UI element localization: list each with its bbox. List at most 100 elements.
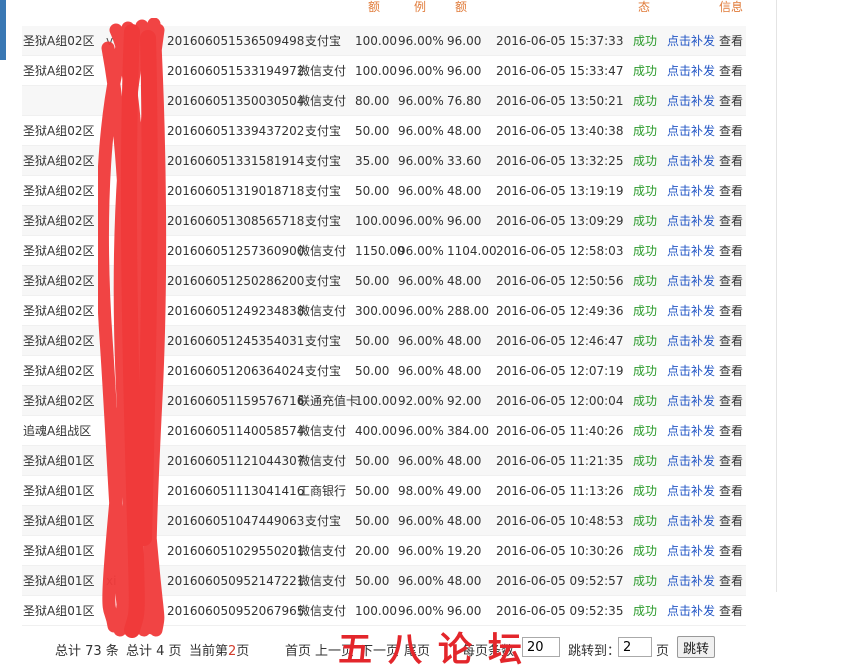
cell-payment-method: 联通充值卡: [298, 394, 359, 408]
resend-link[interactable]: 点击补发: [667, 274, 715, 288]
cell-order-number: 201606051140058574: [167, 424, 305, 438]
cell-area: 圣狱A组02区: [23, 184, 95, 198]
cell-real-amount: 48.00: [447, 574, 482, 588]
cell-area: 圣狱A组01区: [23, 544, 95, 558]
cell-rate: 96.00%: [398, 334, 444, 348]
cell-order-number: 201606051533194972: [167, 64, 305, 78]
view-link[interactable]: 查看: [719, 274, 743, 288]
resend-link[interactable]: 点击补发: [667, 424, 715, 438]
view-link[interactable]: 查看: [719, 514, 743, 528]
view-link[interactable]: 查看: [719, 574, 743, 588]
cell-rate: 96.00%: [398, 454, 444, 468]
cell-real-amount: 96.00: [447, 214, 482, 228]
cell-rate: 96.00%: [398, 604, 444, 618]
resend-link[interactable]: 点击补发: [667, 454, 715, 468]
cell-payment-method: 支付宝: [305, 334, 342, 348]
cell-state: 成功: [633, 244, 658, 258]
cell-area: 圣狱A组02区: [23, 394, 95, 408]
resend-link[interactable]: 点击补发: [667, 514, 715, 528]
resend-link[interactable]: 点击补发: [667, 34, 715, 48]
jump-page-input[interactable]: [618, 637, 652, 657]
resend-link[interactable]: 点击补发: [667, 214, 715, 228]
view-link[interactable]: 查看: [719, 34, 743, 48]
cell-state: 成功: [633, 424, 658, 438]
cell-payment-method: 微信支付: [298, 304, 347, 318]
cell-state: 成功: [633, 394, 658, 408]
cell-payment-method: 微信支付: [298, 604, 347, 618]
resend-link[interactable]: 点击补发: [667, 574, 715, 588]
view-link[interactable]: 查看: [719, 454, 743, 468]
cell-payment-method: 微信支付: [298, 94, 347, 108]
cell-rate: 96.00%: [398, 184, 444, 198]
cell-time: 2016-06-05 11:40:26: [496, 424, 624, 438]
view-link[interactable]: 查看: [719, 244, 743, 258]
cell-real-amount: 48.00: [447, 514, 482, 528]
cell-amount: 100.00: [355, 394, 397, 408]
view-link[interactable]: 查看: [719, 124, 743, 138]
view-link[interactable]: 查看: [719, 544, 743, 558]
cell-area: 圣狱A组02区: [23, 214, 95, 228]
cell-amount: 100.00: [355, 64, 397, 78]
view-link[interactable]: 查看: [719, 304, 743, 318]
cell-amount: 100.00: [355, 34, 397, 48]
total-records: 总计 73 条: [55, 644, 119, 659]
cell-real-amount: 48.00: [447, 184, 482, 198]
cell-state: 成功: [633, 604, 658, 618]
cell-payment-method: 工商银行: [298, 484, 347, 498]
view-link[interactable]: 查看: [719, 154, 743, 168]
cell-order-number: 201606051350030504: [167, 94, 305, 108]
jump-button[interactable]: 跳转: [677, 636, 715, 658]
first-page-link[interactable]: 首页: [285, 640, 311, 659]
cell-time: 2016-06-05 13:09:29: [496, 214, 624, 228]
cell-rate: 96.00%: [398, 424, 444, 438]
cell-time: 2016-06-05 15:37:33: [496, 34, 624, 48]
resend-link[interactable]: 点击补发: [667, 334, 715, 348]
cell-order-number: 201606051249234838: [167, 304, 305, 318]
cell-real-amount: 49.00: [447, 484, 482, 498]
resend-link[interactable]: 点击补发: [667, 544, 715, 558]
cell-time: 2016-06-05 10:30:26: [496, 544, 624, 558]
view-link[interactable]: 查看: [719, 604, 743, 618]
cell-area: 圣狱A组01区: [23, 574, 95, 588]
cell-time: 2016-06-05 13:50:21: [496, 94, 624, 108]
resend-link[interactable]: 点击补发: [667, 484, 715, 498]
resend-link[interactable]: 点击补发: [667, 604, 715, 618]
cell-amount: 50.00: [355, 514, 390, 528]
view-link[interactable]: 查看: [719, 424, 743, 438]
cell-order-number: 201606051308565718: [167, 214, 305, 228]
cell-payment-method: 微信支付: [298, 574, 347, 588]
cell-rate: 96.00%: [398, 214, 444, 228]
right-border-line: [776, 0, 777, 592]
cell-order-number: 201606051245354031: [167, 334, 305, 348]
cell-payment-method: 支付宝: [305, 124, 342, 138]
header-real-amount: 额: [455, 0, 468, 14]
cell-amount: 300.00: [355, 304, 397, 318]
resend-link[interactable]: 点击补发: [667, 64, 715, 78]
view-link[interactable]: 查看: [719, 334, 743, 348]
cell-area: 圣狱A组01区: [23, 454, 95, 468]
view-link[interactable]: 查看: [719, 394, 743, 408]
cell-real-amount: 48.00: [447, 124, 482, 138]
cell-time: 2016-06-05 11:13:26: [496, 484, 624, 498]
view-link[interactable]: 查看: [719, 214, 743, 228]
resend-link[interactable]: 点击补发: [667, 244, 715, 258]
cell-area: 追魂A组战区: [23, 424, 92, 438]
view-link[interactable]: 查看: [719, 184, 743, 198]
view-link[interactable]: 查看: [719, 94, 743, 108]
resend-link[interactable]: 点击补发: [667, 124, 715, 138]
cell-state: 成功: [633, 124, 658, 138]
cell-time: 2016-06-05 13:32:25: [496, 154, 624, 168]
resend-link[interactable]: 点击补发: [667, 394, 715, 408]
resend-link[interactable]: 点击补发: [667, 364, 715, 378]
cell-rate: 96.00%: [398, 304, 444, 318]
resend-link[interactable]: 点击补发: [667, 154, 715, 168]
resend-link[interactable]: 点击补发: [667, 304, 715, 318]
cell-payment-method: 微信支付: [298, 244, 347, 258]
view-link[interactable]: 查看: [719, 484, 743, 498]
cell-time: 2016-06-05 09:52:57: [496, 574, 624, 588]
resend-link[interactable]: 点击补发: [667, 184, 715, 198]
cell-time: 2016-06-05 12:46:47: [496, 334, 624, 348]
resend-link[interactable]: 点击补发: [667, 94, 715, 108]
view-link[interactable]: 查看: [719, 364, 743, 378]
view-link[interactable]: 查看: [719, 64, 743, 78]
